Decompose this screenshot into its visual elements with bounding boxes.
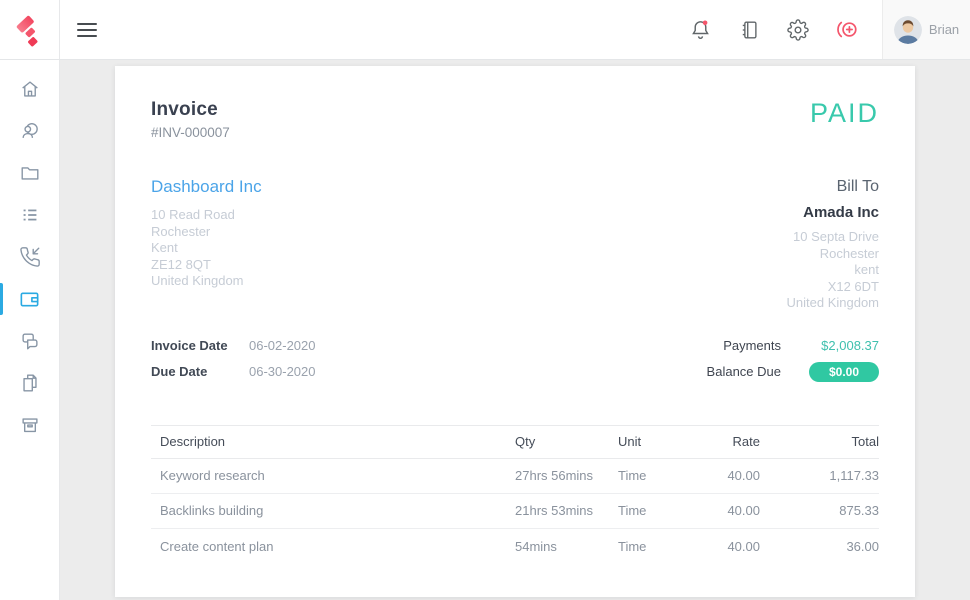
address-line: X12 6DT	[787, 279, 880, 296]
cell-total: 36.00	[760, 539, 879, 554]
balance-due-badge: $0.00	[809, 362, 879, 382]
menu-toggle-button[interactable]	[69, 12, 105, 48]
sidebar-item-contacts[interactable]	[0, 110, 59, 152]
user-menu[interactable]: Brian	[882, 0, 970, 59]
address-line: Rochester	[151, 224, 262, 241]
bill-to-label: Bill To	[787, 175, 880, 199]
home-icon	[19, 78, 41, 100]
avatar	[894, 16, 922, 44]
col-header-description: Description	[151, 434, 515, 449]
address-line: Rochester	[787, 246, 880, 263]
app-logo[interactable]	[0, 0, 60, 59]
bell-icon	[689, 18, 712, 41]
page-title: Invoice	[151, 98, 230, 122]
table-row: Backlinks building 21hrs 53mins Time 40.…	[151, 494, 879, 529]
user-name: Brian	[929, 22, 959, 37]
status-badge: PAID	[810, 98, 879, 128]
company-block: Dashboard Inc 10 Read Road Rochester Ken…	[151, 175, 262, 312]
col-header-rate: Rate	[690, 434, 760, 449]
table-row: Create content plan 54mins Time 40.00 36…	[151, 529, 879, 564]
sidebar-item-documents[interactable]	[0, 362, 59, 404]
payments-block: Payments $2,008.37 Balance Due $0.00	[707, 336, 879, 382]
line-items-table: Description Qty Unit Rate Total Keyword …	[151, 425, 879, 564]
dates-block: Invoice Date 06-02-2020 Due Date 06-30-2…	[151, 336, 316, 382]
col-header-unit: Unit	[618, 434, 690, 449]
address-line: 10 Septa Drive	[787, 229, 880, 246]
top-bar-main	[60, 0, 882, 59]
address-line: ZE12 8QT	[151, 257, 262, 274]
address-line: United Kingdom	[151, 273, 262, 290]
user-photo-icon	[894, 16, 922, 44]
cell-total: 875.33	[760, 503, 879, 518]
invoice-date-label: Invoice Date	[151, 338, 249, 353]
balance-due-label: Balance Due	[707, 364, 781, 379]
cell-qty: 21hrs 53mins	[515, 503, 618, 518]
folder-icon	[19, 162, 41, 184]
cell-rate: 40.00	[690, 503, 760, 518]
quick-add-button[interactable]	[830, 13, 864, 47]
list-icon	[19, 204, 41, 226]
notebook-icon	[738, 19, 760, 41]
address-line: Kent	[151, 240, 262, 257]
cell-total: 1,117.33	[760, 468, 879, 483]
gear-icon	[787, 19, 809, 41]
bill-to-address: 10 Septa Drive Rochester kent X12 6DT Un…	[787, 229, 880, 312]
quick-add-icon	[835, 18, 860, 41]
cell-qty: 54mins	[515, 539, 618, 554]
documents-icon	[19, 372, 41, 394]
due-date-value: 06-30-2020	[249, 364, 316, 379]
invoice-card: Invoice #INV-000007 PAID Dashboard Inc 1…	[115, 66, 915, 597]
sidebar-item-projects[interactable]	[0, 152, 59, 194]
sidebar-item-messages[interactable]	[0, 320, 59, 362]
company-address: 10 Read Road Rochester Kent ZE12 8QT Uni…	[151, 207, 262, 290]
bill-to-block: Bill To Amada Inc 10 Septa Drive Rochest…	[787, 175, 880, 312]
notifications-button[interactable]	[683, 13, 717, 47]
wallet-icon	[18, 288, 41, 311]
payments-label: Payments	[723, 338, 781, 353]
main-content: Invoice #INV-000007 PAID Dashboard Inc 1…	[60, 60, 970, 600]
sidebar-nav	[0, 60, 60, 600]
sidebar-item-archive[interactable]	[0, 404, 59, 446]
archive-icon	[19, 414, 41, 436]
cell-qty: 27hrs 56mins	[515, 468, 618, 483]
app-window: Brian	[0, 0, 970, 600]
top-bar-actions	[683, 13, 864, 47]
due-date-label: Due Date	[151, 364, 249, 379]
invoice-date-value: 06-02-2020	[249, 338, 316, 353]
cell-description: Backlinks building	[151, 503, 515, 518]
top-bar: Brian	[0, 0, 970, 60]
cell-rate: 40.00	[690, 539, 760, 554]
col-header-qty: Qty	[515, 434, 618, 449]
payments-value[interactable]: $2,008.37	[809, 338, 879, 353]
notification-badge	[702, 20, 707, 25]
cell-unit: Time	[618, 468, 690, 483]
company-name-link[interactable]: Dashboard Inc	[151, 175, 262, 199]
chat-icon	[19, 330, 41, 352]
cell-rate: 40.00	[690, 468, 760, 483]
cell-description: Create content plan	[151, 539, 515, 554]
address-line: United Kingdom	[787, 295, 880, 312]
address-line: kent	[787, 262, 880, 279]
invoice-number: #INV-000007	[151, 123, 230, 143]
sidebar-item-calls[interactable]	[0, 236, 59, 278]
col-header-total: Total	[760, 434, 879, 449]
cell-unit: Time	[618, 539, 690, 554]
invoice-heading: Invoice #INV-000007	[151, 98, 230, 143]
phone-incoming-icon	[19, 246, 41, 268]
bill-to-name: Amada Inc	[787, 203, 880, 223]
table-header-row: Description Qty Unit Rate Total	[151, 425, 879, 459]
cell-unit: Time	[618, 503, 690, 518]
settings-button[interactable]	[781, 13, 815, 47]
address-line: 10 Read Road	[151, 207, 262, 224]
sidebar-item-tasks[interactable]	[0, 194, 59, 236]
table-row: Keyword research 27hrs 56mins Time 40.00…	[151, 459, 879, 494]
contacts-icon	[19, 120, 41, 142]
notebook-button[interactable]	[732, 13, 766, 47]
cell-description: Keyword research	[151, 468, 515, 483]
brand-logo-icon	[8, 8, 50, 50]
sidebar-item-finance[interactable]	[0, 278, 59, 320]
sidebar-item-home[interactable]	[0, 68, 59, 110]
